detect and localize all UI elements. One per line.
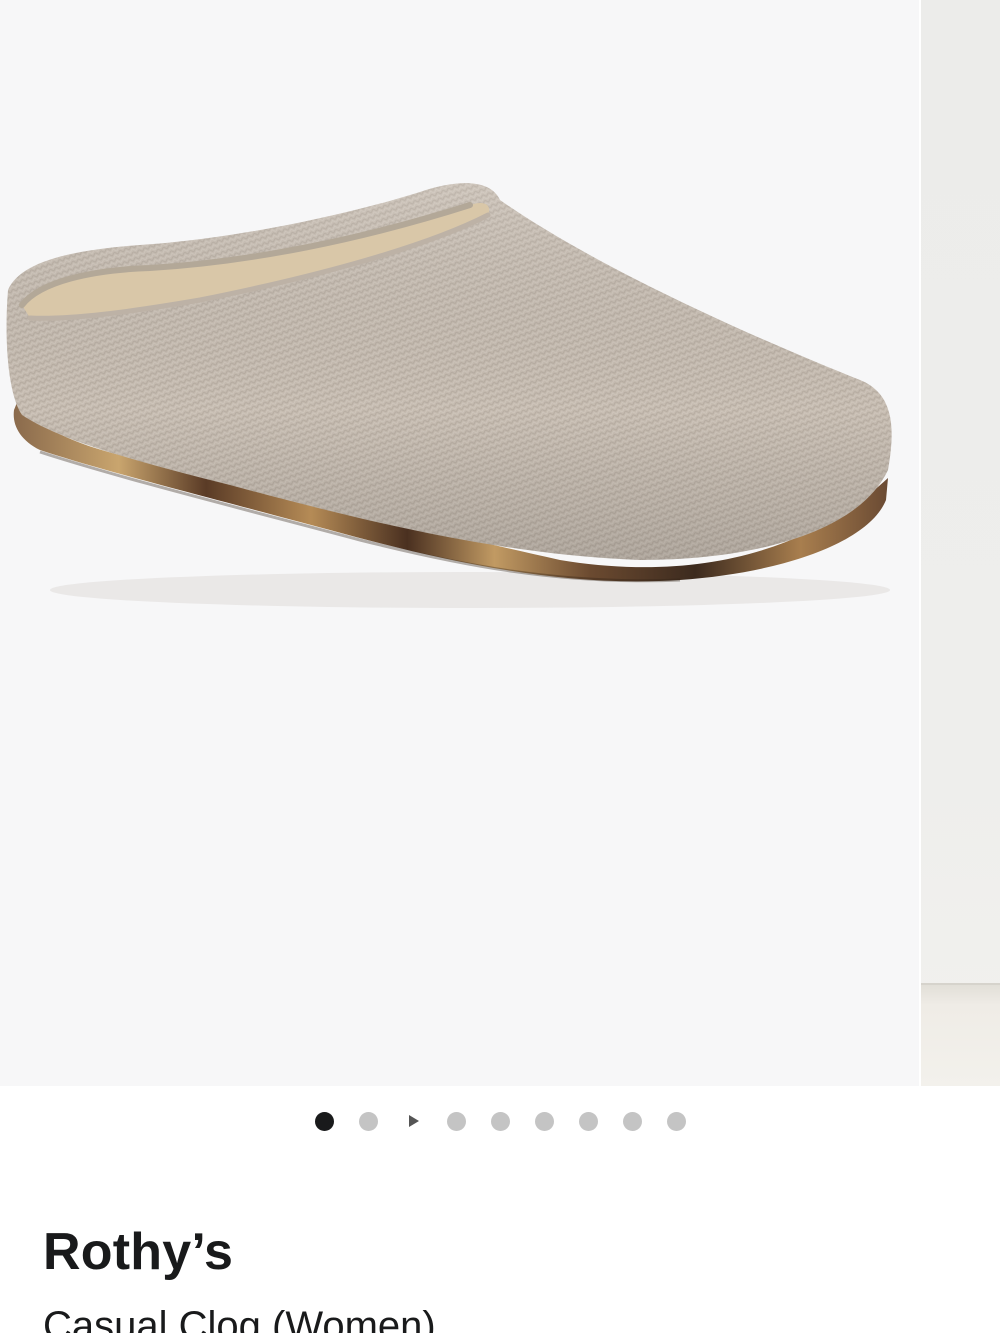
pagination-dot-7[interactable] (578, 1111, 598, 1131)
product-page: Rothy’s Casual Clog (Women) (0, 0, 1000, 1333)
pagination-dot-6[interactable] (534, 1111, 554, 1131)
pagination-dot-5[interactable] (490, 1111, 510, 1131)
floor-area (921, 985, 1000, 1086)
product-image-carousel[interactable] (0, 0, 1000, 1086)
carousel-pagination (0, 1108, 1000, 1134)
pagination-dot-9[interactable] (666, 1111, 686, 1131)
pagination-dot-8[interactable] (622, 1111, 642, 1131)
pagination-dot-2[interactable] (358, 1111, 378, 1131)
pagination-dot-1[interactable] (314, 1111, 334, 1131)
pagination-dot-4[interactable] (446, 1111, 466, 1131)
product-image-next-peek[interactable] (921, 0, 1000, 1086)
brand-link[interactable]: Rothy’s (43, 1220, 233, 1284)
product-image-main[interactable] (0, 0, 919, 1086)
clog-image (6, 183, 892, 608)
product-title: Casual Clog (Women) (43, 1304, 436, 1333)
video-play-icon[interactable] (403, 1112, 422, 1131)
